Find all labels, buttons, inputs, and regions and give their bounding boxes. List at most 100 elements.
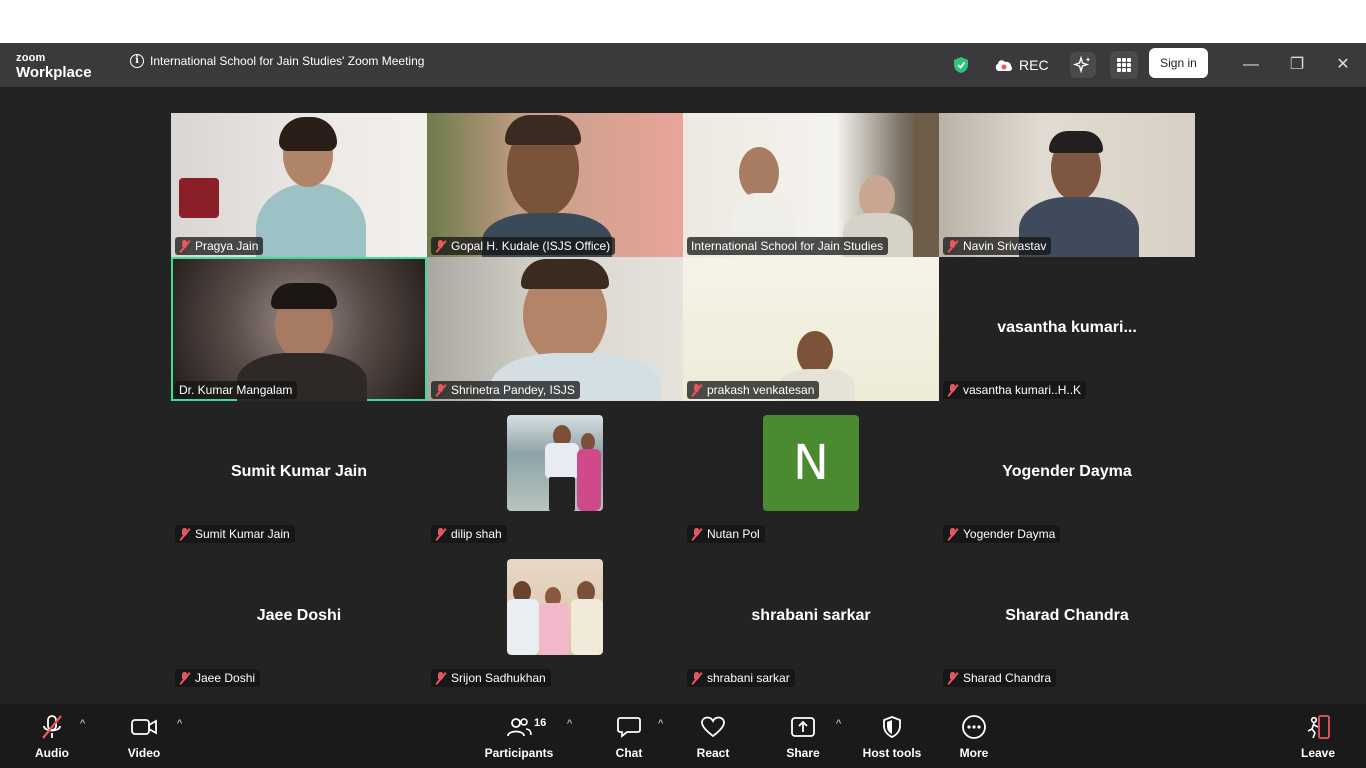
participant-nametag: vasantha kumari..H..K	[943, 381, 1087, 399]
muted-mic-icon	[179, 671, 191, 685]
video-tile[interactable]: Shrinetra Pandey, ISJS	[427, 257, 683, 401]
avatar-initial: N	[763, 415, 859, 511]
video-off-tile[interactable]: dilip shah	[427, 401, 683, 545]
video-tile[interactable]: Navin Srivastav	[939, 113, 1195, 257]
video-off-tile[interactable]: Jaee Doshi Jaee Doshi	[171, 545, 427, 689]
meeting-info[interactable]: i International School for Jain Studies'…	[130, 54, 424, 68]
share-options-caret[interactable]: ^	[836, 718, 841, 730]
video-options-caret[interactable]: ^	[177, 718, 182, 730]
video-tile[interactable]: International School for Jain Studies	[683, 113, 939, 257]
close-button[interactable]: ✕	[1328, 51, 1358, 79]
participant-name: Nutan Pol	[707, 527, 760, 541]
video-off-tile[interactable]: Sumit Kumar Jain Sumit Kumar Jain	[171, 401, 427, 545]
participant-nametag: Jaee Doshi	[175, 669, 261, 687]
host-tools-button[interactable]: Host tools	[857, 714, 927, 760]
active-speaker-tile[interactable]: Dr. Kumar Mangalam	[171, 257, 427, 401]
participant-name: shrabani sarkar	[707, 671, 790, 685]
apps-grid-icon[interactable]	[1110, 43, 1138, 87]
display-name: Sumit Kumar Jain	[230, 463, 368, 480]
participant-name: Pragya Jain	[195, 239, 259, 253]
muted-mic-icon	[435, 527, 447, 541]
participant-nametag: Navin Srivastav	[943, 237, 1052, 255]
audio-label: Audio	[35, 746, 69, 760]
muted-mic-icon	[435, 239, 447, 253]
participant-nametag: Shrinetra Pandey, ISJS	[431, 381, 580, 399]
more-button[interactable]: More	[942, 714, 1006, 760]
leave-button[interactable]: Leave	[1286, 714, 1350, 760]
participants-count: 16	[534, 717, 547, 729]
display-name: vasantha kumari...	[997, 319, 1137, 336]
more-icon	[942, 714, 1006, 740]
audio-button[interactable]: Audio	[20, 714, 84, 760]
muted-mic-icon	[947, 527, 959, 541]
participant-name: Dr. Kumar Mangalam	[179, 383, 293, 397]
participant-nametag: Dr. Kumar Mangalam	[175, 381, 298, 399]
participant-nametag: prakash venkatesan	[687, 381, 820, 399]
video-tile[interactable]: prakash venkatesan	[683, 257, 939, 401]
muted-mic-icon	[691, 671, 703, 685]
participant-name: Shrinetra Pandey, ISJS	[451, 383, 575, 397]
ai-companion-icon[interactable]	[1070, 43, 1096, 87]
participants-options-caret[interactable]: ^	[567, 718, 572, 730]
video-button[interactable]: Video	[112, 714, 176, 760]
display-name: Jaee Doshi	[256, 607, 342, 624]
cloud-record-icon	[995, 60, 1013, 71]
video-label: Video	[127, 746, 161, 760]
participant-name: Gopal H. Kudale (ISJS Office)	[451, 239, 611, 253]
participant-nametag: Nutan Pol	[687, 525, 765, 543]
info-icon[interactable]: i	[130, 54, 144, 68]
share-button[interactable]: Share	[771, 714, 835, 760]
muted-mic-icon	[947, 383, 959, 397]
gallery-view: Pragya Jain Gopal H. Kudale (ISJS Office…	[0, 87, 1366, 704]
host-tools-label: Host tools	[862, 746, 922, 760]
leave-icon	[1286, 714, 1350, 740]
meeting-title: International School for Jain Studies' Z…	[150, 54, 425, 68]
video-off-tile[interactable]: N Nutan Pol	[683, 401, 939, 545]
muted-mic-icon	[947, 239, 959, 253]
muted-mic-icon	[691, 383, 703, 397]
minimize-button[interactable]: —	[1236, 51, 1266, 79]
shield-icon	[857, 714, 927, 740]
video-off-tile[interactable]: Yogender Dayma Yogender Dayma	[939, 401, 1195, 545]
sign-in-button[interactable]: Sign in	[1149, 48, 1208, 78]
participant-nametag: International School for Jain Studies	[687, 237, 889, 255]
chat-button[interactable]: Chat	[597, 714, 661, 760]
camera-icon	[112, 714, 176, 740]
zoom-window: zoom Workplace i International School fo…	[0, 0, 1366, 768]
share-label: Share	[786, 746, 820, 760]
chat-label: Chat	[615, 746, 643, 760]
video-off-tile[interactable]: Srijon Sadhukhan	[427, 545, 683, 689]
display-name: Yogender Dayma	[1002, 463, 1132, 480]
leave-label: Leave	[1300, 746, 1336, 760]
profile-photo	[507, 415, 603, 511]
brand-line1: zoom	[16, 52, 46, 64]
video-tile[interactable]: Pragya Jain	[171, 113, 427, 257]
heart-icon	[681, 714, 745, 740]
participant-nametag: shrabani sarkar	[687, 669, 795, 687]
participant-nametag: Pragya Jain	[175, 237, 264, 255]
rec-label: REC	[1019, 57, 1049, 73]
react-button[interactable]: React	[681, 714, 745, 760]
muted-mic-icon	[179, 239, 191, 253]
video-off-tile[interactable]: shrabani sarkar shrabani sarkar	[683, 545, 939, 689]
video-tile[interactable]: Gopal H. Kudale (ISJS Office)	[427, 113, 683, 257]
muted-mic-icon	[947, 671, 959, 685]
audio-options-caret[interactable]: ^	[80, 718, 85, 730]
participant-name: Yogender Dayma	[963, 527, 1056, 541]
participants-label: Participants	[484, 746, 554, 760]
chat-options-caret[interactable]: ^	[658, 718, 663, 730]
meeting-controls: Audio ^ Video ^ Participants 16 ^ Chat ^	[0, 704, 1366, 768]
brand-line2: Workplace	[16, 64, 92, 81]
participant-name: vasantha kumari..H..K	[963, 383, 1082, 397]
participant-name: Sumit Kumar Jain	[195, 527, 290, 541]
muted-mic-icon	[691, 527, 703, 541]
video-off-tile[interactable]: Sharad Chandra Sharad Chandra	[939, 545, 1195, 689]
recording-indicator[interactable]: REC	[994, 43, 1049, 87]
zoom-logo: zoom Workplace	[16, 52, 92, 81]
restore-button[interactable]: ❐	[1282, 51, 1312, 79]
encryption-shield-icon[interactable]	[951, 43, 971, 87]
participant-name: Srijon Sadhukhan	[451, 671, 546, 685]
participant-name: prakash venkatesan	[707, 383, 815, 397]
video-off-tile[interactable]: vasantha kumari... vasantha kumari..H..K	[939, 257, 1195, 401]
participant-nametag: dilip shah	[431, 525, 507, 543]
